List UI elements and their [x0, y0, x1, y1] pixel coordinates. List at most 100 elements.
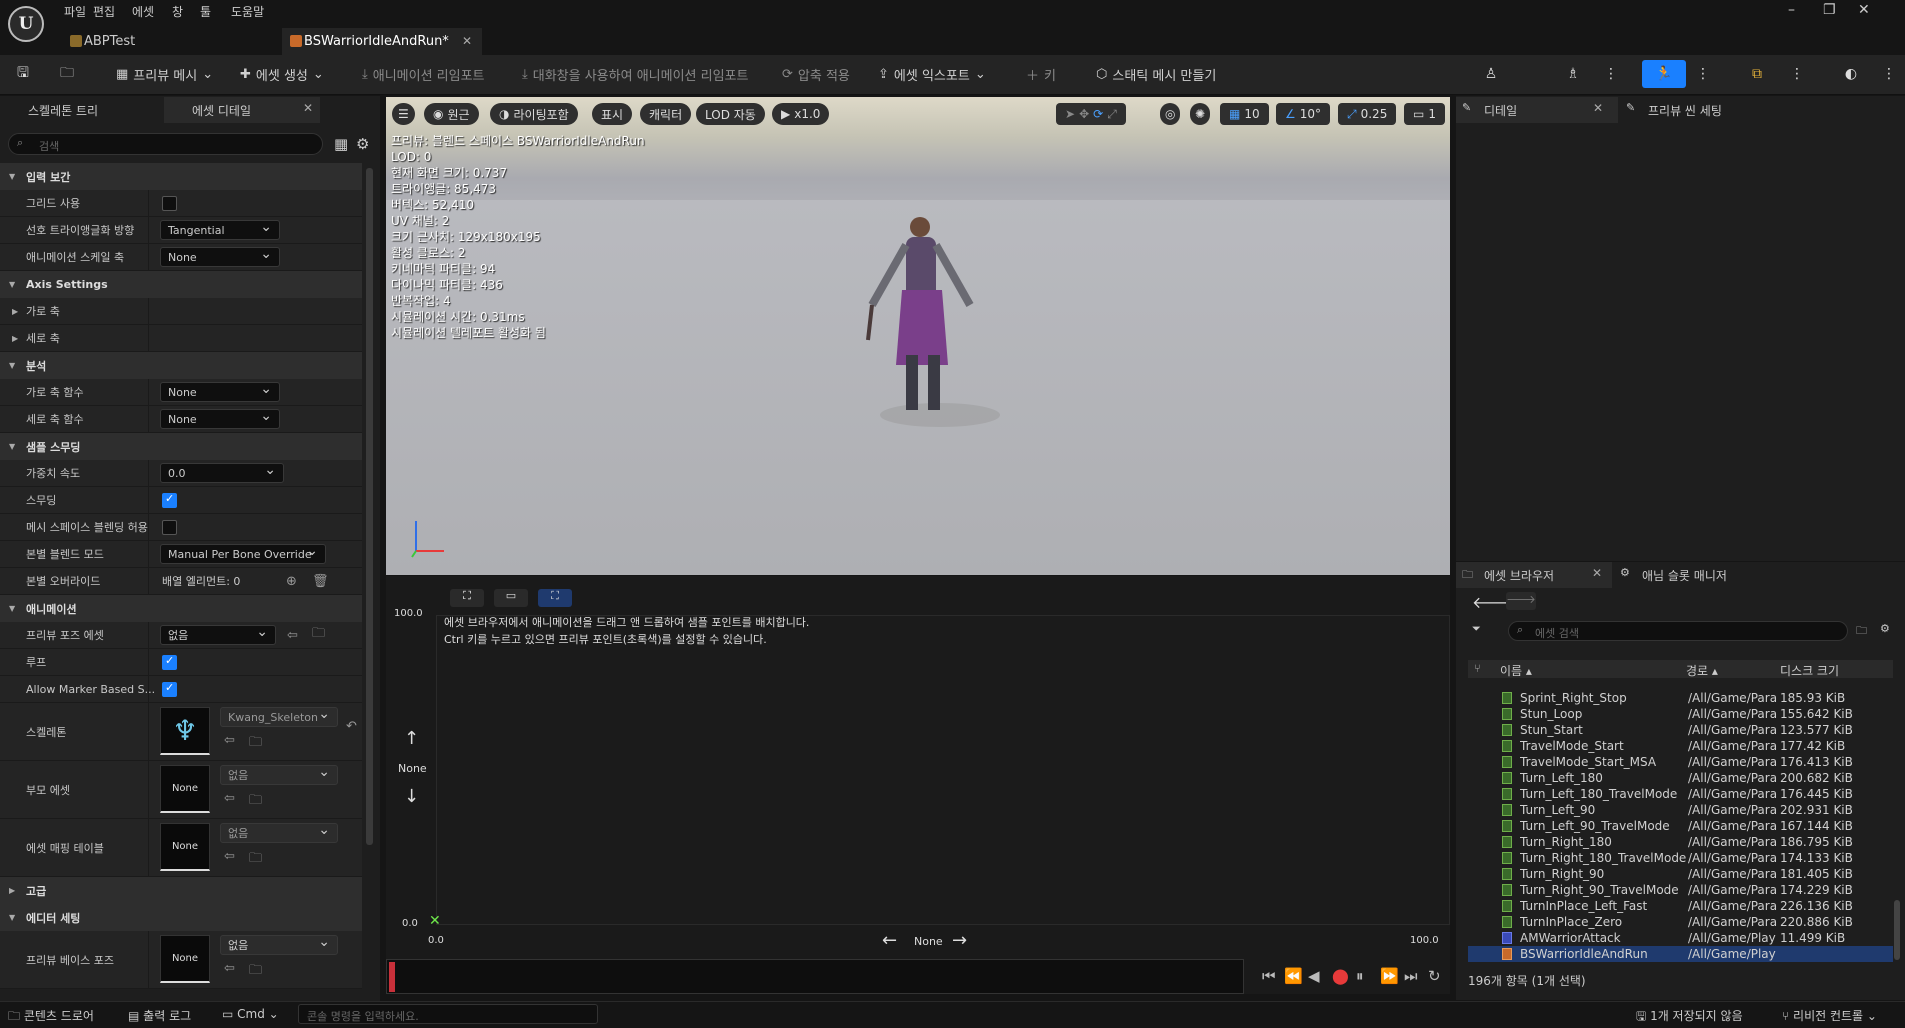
- list-item[interactable]: Sprint_Right_Stop/All/Game/Para 185.93 Ki…: [1468, 690, 1893, 706]
- base-pose-dropdown[interactable]: 없음: [220, 934, 338, 955]
- transform-tools[interactable]: ➤ ✥ ⟳ ⤢: [1056, 103, 1126, 125]
- preview-mesh-button[interactable]: ▦ 프리뷰 메시 ⌄: [116, 65, 213, 84]
- list-item[interactable]: Turn_Right_180/All/Game/Para 186.795 KiB: [1468, 834, 1893, 850]
- list-item[interactable]: Turn_Left_180_TravelMode/All/Game/Para 17…: [1468, 786, 1893, 802]
- browse-icon[interactable]: 🗀: [249, 961, 262, 983]
- anim-scale-dropdown[interactable]: None: [160, 246, 280, 267]
- skip-start-icon[interactable]: ⏮: [1262, 967, 1276, 985]
- minimize-icon[interactable]: –: [1788, 2, 1795, 18]
- tab-abptest[interactable]: ABPTest: [62, 28, 282, 55]
- prop-v-axis[interactable]: 세로 축: [0, 325, 362, 352]
- grid-snap-button[interactable]: ▦ 10: [1220, 103, 1269, 125]
- character-button[interactable]: 캐릭터: [640, 103, 692, 125]
- parent-thumbnail[interactable]: None: [160, 765, 210, 813]
- browse-icon[interactable]: 🗀: [56, 63, 78, 85]
- menu-file[interactable]: 파일: [64, 3, 86, 20]
- browse-icon[interactable]: 🗀: [249, 733, 262, 755]
- playhead[interactable]: [389, 962, 395, 992]
- add-element-icon[interactable]: ⊕: [286, 574, 297, 589]
- mapping-dropdown[interactable]: 없음: [220, 822, 338, 843]
- search-input[interactable]: ⌕ 검색: [8, 133, 323, 155]
- col-size[interactable]: 디스크 크기: [1780, 662, 1839, 679]
- output-log-button[interactable]: ▤ 출력 로그: [128, 1007, 191, 1024]
- more-icon[interactable]: ⋮: [1786, 63, 1808, 85]
- list-item[interactable]: Turn_Right_90/All/Game/Para 181.405 KiB: [1468, 866, 1893, 882]
- speed-button[interactable]: ▶ x1.0: [772, 103, 830, 125]
- show-points-icon[interactable]: ⛶: [538, 589, 572, 607]
- weight-speed-input[interactable]: 0.0: [160, 462, 284, 483]
- prop-h-axis[interactable]: 가로 축: [0, 298, 362, 325]
- use-selected-icon[interactable]: ⇦: [224, 733, 235, 748]
- fit-view-icon[interactable]: ⛶: [450, 589, 484, 607]
- step-forward-icon[interactable]: ⏩: [1380, 967, 1399, 985]
- reset-icon[interactable]: ↶: [346, 719, 357, 734]
- skip-end-icon[interactable]: ⏭: [1404, 967, 1418, 985]
- physics-mode-icon[interactable]: ◐: [1840, 63, 1862, 85]
- unreal-logo-icon[interactable]: U: [8, 6, 44, 42]
- timeline-scrubber[interactable]: [386, 959, 1244, 994]
- browse-icon[interactable]: 🗀: [249, 849, 262, 871]
- use-selected-icon[interactable]: ⇦: [224, 791, 235, 806]
- table-view-icon[interactable]: ▦: [334, 135, 348, 153]
- col-path[interactable]: 경로 ▴: [1686, 662, 1718, 679]
- more-icon[interactable]: ⋮: [1878, 63, 1900, 85]
- step-back-icon[interactable]: ⏪: [1284, 967, 1303, 985]
- delete-icon[interactable]: 🗑: [312, 574, 329, 589]
- h-func-dropdown[interactable]: None: [160, 381, 280, 402]
- use-selected-icon[interactable]: ⇦: [287, 628, 298, 643]
- forward-icon[interactable]: 🡒: [1506, 592, 1536, 610]
- close-tab-icon[interactable]: ✕: [303, 101, 313, 115]
- close-tab-icon[interactable]: ✕: [462, 34, 472, 48]
- gear-icon[interactable]: ⚙: [1880, 622, 1890, 635]
- list-item[interactable]: TurnInPlace_Left_Fast/All/Game/Para 226.1…: [1468, 898, 1893, 914]
- revision-control-button[interactable]: ⑂ 리비전 컨트롤 ⌄: [1782, 1007, 1877, 1024]
- list-item[interactable]: AMWarriorAttack/All/Game/Play 11.499 KiB: [1468, 930, 1893, 946]
- coord-icon[interactable]: ◎: [1160, 103, 1181, 125]
- key-button[interactable]: ＋ 키: [1026, 65, 1056, 84]
- browse-icon[interactable]: 🗀: [312, 624, 325, 646]
- category-editor-settings[interactable]: 에디터 세팅: [0, 904, 362, 931]
- create-asset-button[interactable]: ✚ 에셋 생성 ⌄: [240, 65, 324, 84]
- asset-search-input[interactable]: ⌕ 에셋 검색: [1508, 621, 1848, 641]
- category-sample-smoothing[interactable]: 샘플 스무딩: [0, 433, 362, 460]
- browse-icon[interactable]: 🗀: [249, 791, 262, 813]
- menu-window[interactable]: 창: [172, 3, 183, 20]
- gear-icon[interactable]: ⚙: [356, 135, 369, 153]
- record-icon[interactable]: ⬤: [1332, 967, 1349, 985]
- use-selected-icon[interactable]: ⇦: [224, 961, 235, 976]
- pause-icon[interactable]: ⏸: [1356, 967, 1364, 985]
- list-item[interactable]: Turn_Left_180/All/Game/Para 200.682 KiB: [1468, 770, 1893, 786]
- save-icon[interactable]: 🖫: [12, 63, 34, 85]
- tab-anim-slot[interactable]: 애님 슬롯 매니저: [1614, 562, 1794, 588]
- maximize-icon[interactable]: ❐: [1823, 2, 1836, 18]
- reimport-button[interactable]: ⤓ 애니메이션 리임포트: [362, 65, 485, 84]
- tab-asset-browser[interactable]: 에셋 브라우저: [1456, 562, 1612, 588]
- viewport-menu-icon[interactable]: ☰: [392, 103, 415, 125]
- close-window-icon[interactable]: ✕: [1858, 2, 1870, 18]
- camera-speed-button[interactable]: ▭ 1: [1404, 103, 1445, 125]
- list-item[interactable]: Stun_Loop/All/Game/Para 155.642 KiB: [1468, 706, 1893, 722]
- apply-compression-button[interactable]: ⟳ 압축 적용: [782, 65, 850, 84]
- preview-point-icon[interactable]: ✕: [429, 913, 441, 929]
- console-input[interactable]: 콘솔 명령을 입력하세요.: [298, 1004, 598, 1024]
- skeleton-thumbnail-icon[interactable]: ♆: [160, 707, 210, 755]
- list-item[interactable]: Turn_Left_90/All/Game/Para 202.931 KiB: [1468, 802, 1893, 818]
- content-drawer-button[interactable]: 🗀 콘텐츠 드로어: [8, 1007, 94, 1028]
- lod-button[interactable]: LOD 자동: [696, 103, 765, 125]
- more-icon[interactable]: ⋮: [1692, 63, 1714, 85]
- category-axis-settings[interactable]: Axis Settings: [0, 271, 362, 298]
- menu-tools[interactable]: 툴: [200, 3, 211, 20]
- mesh-mode-icon[interactable]: ♗: [1562, 63, 1584, 85]
- mesh-blend-checkbox[interactable]: [162, 519, 177, 535]
- play-reverse-icon[interactable]: ◀: [1308, 967, 1320, 985]
- scale-snap-button[interactable]: ⤢ 0.25: [1338, 103, 1397, 125]
- v-func-dropdown[interactable]: None: [160, 408, 280, 429]
- triangulation-dropdown[interactable]: Tangential: [160, 219, 280, 240]
- list-item[interactable]: TurnInPlace_Zero/All/Game/Para 220.886 Ki…: [1468, 914, 1893, 930]
- list-item[interactable]: Turn_Right_180_TravelMode/All/Game/Para 1…: [1468, 850, 1893, 866]
- folder-icon[interactable]: 🗀: [1856, 622, 1867, 641]
- blueprint-mode-icon[interactable]: ⧉: [1746, 63, 1768, 85]
- list-item[interactable]: Turn_Left_90_TravelMode/All/Game/Para 167…: [1468, 818, 1893, 834]
- character-model[interactable]: [830, 205, 1040, 435]
- tab-preview-scene[interactable]: 프리뷰 씬 세팅: [1620, 97, 1800, 123]
